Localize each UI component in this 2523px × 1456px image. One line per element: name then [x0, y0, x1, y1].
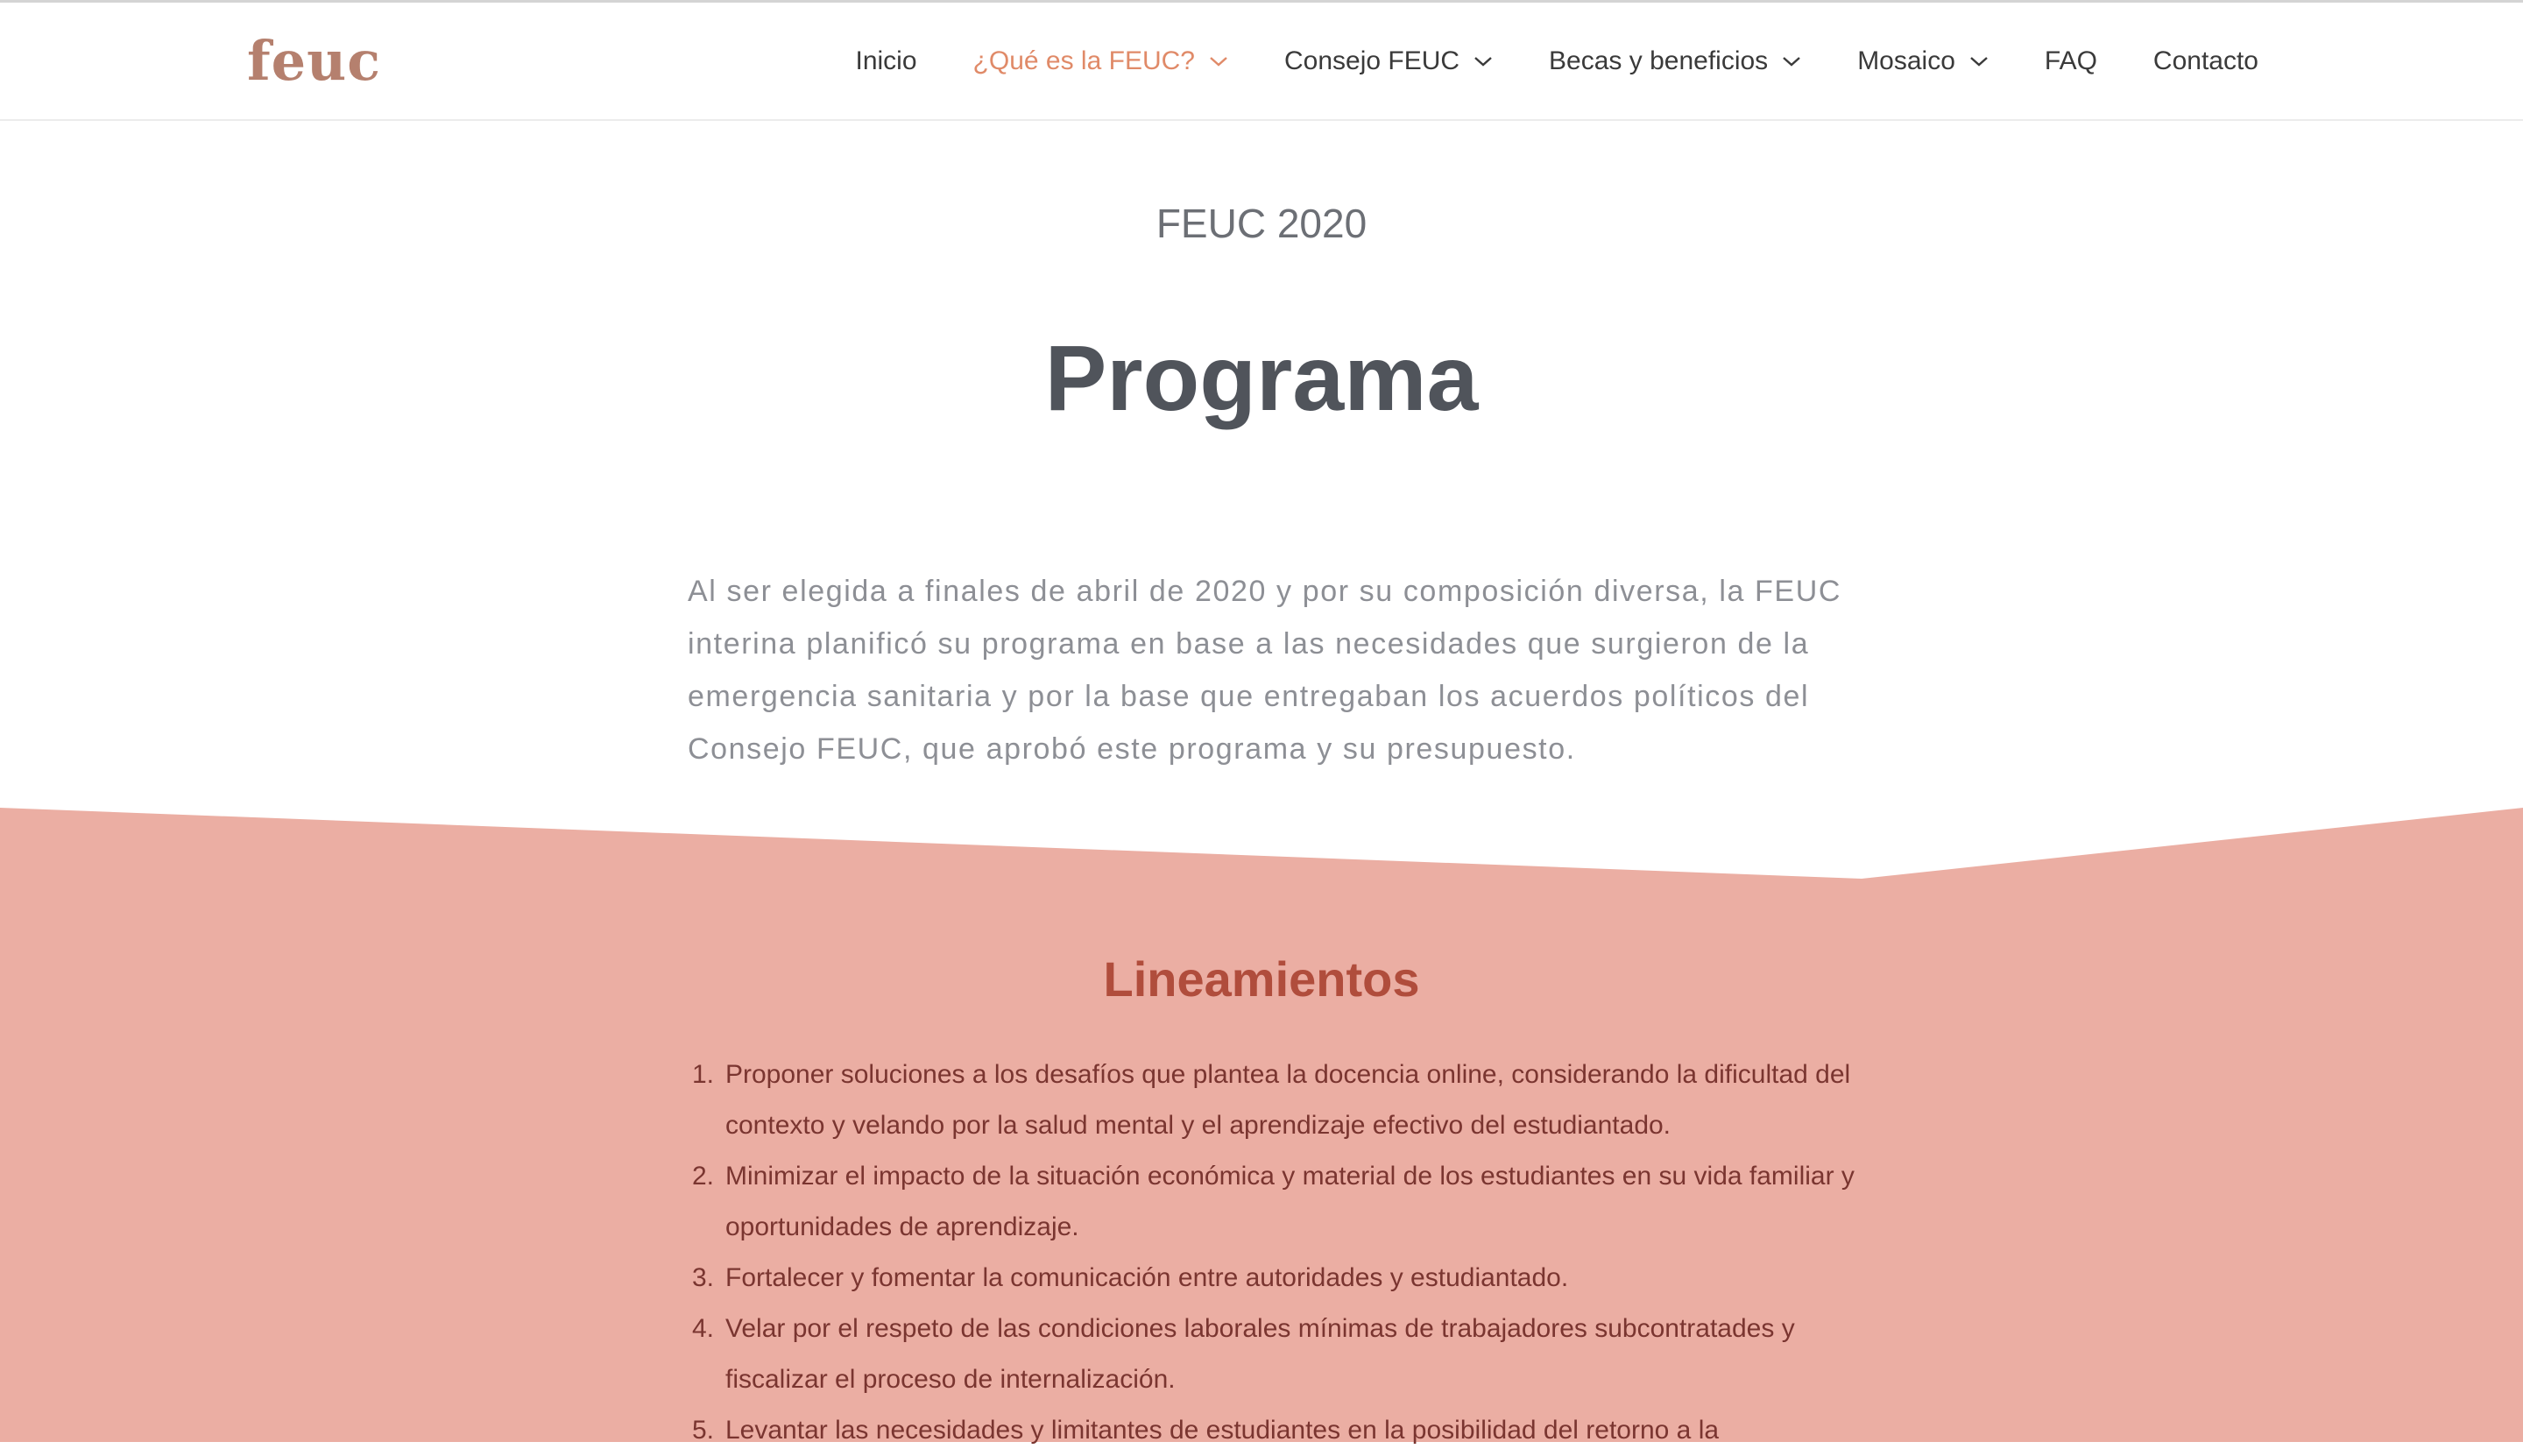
nav-item-label: Becas y beneficios — [1549, 46, 1769, 75]
nav-item-label: FAQ — [2044, 46, 2097, 75]
list-item: 5. Levantar las necesidades y limitantes … — [692, 1405, 1875, 1456]
nav-item-label: Mosaico — [1857, 46, 1955, 75]
chevron-down-icon — [1782, 55, 1801, 67]
nav-item-label: Contacto — [2152, 46, 2258, 75]
intro-paragraph: Al ser elegida a finales de abril de 202… — [688, 575, 1842, 766]
chevron-down-icon — [1969, 55, 1989, 67]
nav-item-becas-y-beneficios[interactable]: Becas y beneficios — [1549, 46, 1801, 76]
list-item-number: 3. — [692, 1263, 715, 1292]
list-item-number: 2. — [692, 1162, 715, 1191]
lineamientos-title: Lineamientos — [1103, 951, 1420, 1007]
nav-item-mosaico[interactable]: Mosaico — [1857, 46, 1989, 76]
list-item-number: 5. — [692, 1416, 715, 1445]
site-logo[interactable]: feuc — [247, 29, 381, 93]
page-eyebrow: FEUC 2020 — [1155, 201, 1368, 246]
site-header: feuc Inicio ¿Qué es la FEUC? Consejo FEUC B… — [0, 3, 2523, 121]
nav-item-que-es-la-feuc[interactable]: ¿Qué es la FEUC? — [973, 46, 1228, 76]
list-item-text: Proponer soluciones a los desafíos que p… — [725, 1060, 1851, 1140]
list-item-text: Levantar las necesidades y limitantes de… — [725, 1416, 1720, 1445]
list-item-text: Minimizar el impacto de la situación eco… — [725, 1162, 1855, 1241]
chevron-down-icon — [1474, 55, 1493, 67]
nav-item-consejo-feuc[interactable]: Consejo FEUC — [1284, 46, 1493, 76]
nav-item-faq[interactable]: FAQ — [2045, 46, 2097, 76]
list-item: 4. Velar por el respeto de las condicione… — [692, 1304, 1875, 1405]
list-item-number: 1. — [692, 1060, 715, 1089]
list-item-number: 4. — [692, 1314, 715, 1343]
list-item: 1. Proponer soluciones a los desafíos que… — [692, 1050, 1875, 1151]
list-item-text: Fortalecer y fomentar la comunicación en… — [725, 1263, 1569, 1292]
nav-item-contacto[interactable]: Contacto — [2153, 46, 2258, 76]
list-item-text: Velar por el respeto de las condiciones … — [725, 1314, 1795, 1394]
list-item: 2. Minimizar el impacto de la situación e… — [692, 1151, 1875, 1253]
nav-item-inicio[interactable]: Inicio — [856, 46, 917, 76]
nav-item-label: Inicio — [855, 46, 917, 75]
main-nav: Inicio ¿Qué es la FEUC? Consejo FEUC Becas … — [800, 3, 2259, 119]
nav-item-label: Consejo FEUC — [1283, 46, 1460, 75]
nav-item-label: ¿Qué es la FEUC? — [972, 46, 1195, 75]
page-title: Programa — [1044, 327, 1479, 430]
chevron-down-icon — [1209, 55, 1228, 67]
list-item: 3. Fortalecer y fomentar la comunicación … — [692, 1253, 1875, 1304]
lineamientos-list: 1. Proponer soluciones a los desafíos que… — [692, 1050, 1875, 1456]
